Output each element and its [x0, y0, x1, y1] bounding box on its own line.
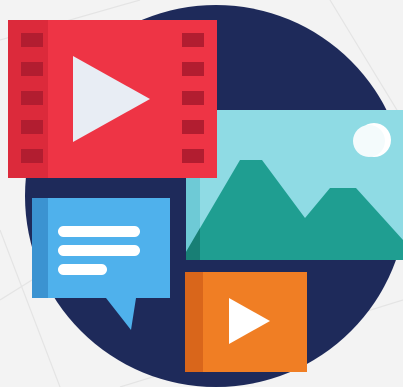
media-icon-artwork	[0, 0, 403, 387]
orange-video-icon	[185, 272, 307, 372]
chat-line-3	[58, 264, 107, 275]
chat-line-1	[58, 226, 140, 237]
media-illustration	[0, 0, 403, 387]
film-video-icon	[8, 20, 217, 178]
image-icon	[186, 110, 403, 260]
chat-line-2	[58, 245, 140, 256]
